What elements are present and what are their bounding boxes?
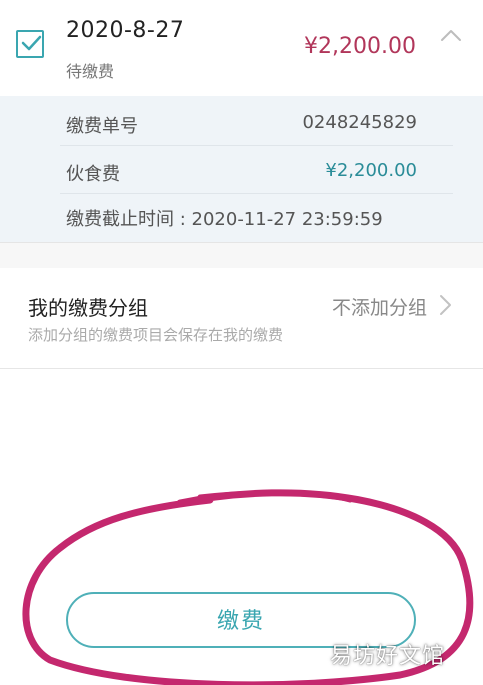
bill-number-label: 缴费单号 <box>66 116 138 137</box>
bill-checkbox[interactable] <box>16 30 44 58</box>
bill-date: 2020-8-27 <box>66 18 185 43</box>
payment-group-subtitle: 添加分组的缴费项目会保存在我的缴费 <box>28 326 284 344</box>
bill-details-panel: 缴费单号 0248245829 伙食费 ¥2,200.00 缴费截止时间 : 2… <box>0 96 483 242</box>
payment-group-row[interactable]: 我的缴费分组 添加分组的缴费项目会保存在我的缴费 不添加分组 <box>0 268 483 369</box>
bill-number-value: 0248245829 <box>302 112 417 133</box>
deadline-text: 缴费截止时间 : 2020-11-27 23:59:59 <box>66 209 383 230</box>
watermark-text: 易坊好文馆 <box>330 644 446 669</box>
chevron-up-icon[interactable] <box>440 28 462 42</box>
checkmark-icon <box>21 35 42 51</box>
fee-item-row: 伙食费 ¥2,200.00 <box>60 146 453 194</box>
payment-group-value: 不添加分组 <box>331 297 427 319</box>
bill-header[interactable]: 2020-8-27 待缴费 ¥2,200.00 <box>0 0 483 96</box>
deadline-row: 缴费截止时间 : 2020-11-27 23:59:59 <box>60 193 453 240</box>
fee-item-label: 伙食费 <box>66 164 120 185</box>
bill-amount: ¥2,200.00 <box>304 34 416 59</box>
payment-group-title: 我的缴费分组 <box>28 296 148 320</box>
chevron-right-icon <box>440 295 451 315</box>
payment-detail-screen: 2020-8-27 待缴费 ¥2,200.00 缴费单号 0248245829 … <box>0 0 483 685</box>
bill-status: 待缴费 <box>66 62 115 81</box>
bill-number-row: 缴费单号 0248245829 <box>60 98 453 146</box>
fee-item-value: ¥2,200.00 <box>325 160 417 181</box>
section-divider <box>0 242 483 269</box>
